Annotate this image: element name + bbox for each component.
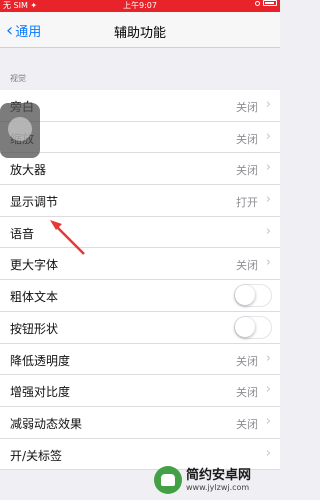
watermark-name: 简约安卓网 xyxy=(186,467,252,483)
android-logo-icon xyxy=(154,466,182,494)
annotation-arrow-icon xyxy=(50,220,85,255)
watermark-url: www.jylzwj.com xyxy=(186,482,250,492)
site-watermark: 简约安卓网 www.jylzwj.com xyxy=(154,464,276,496)
